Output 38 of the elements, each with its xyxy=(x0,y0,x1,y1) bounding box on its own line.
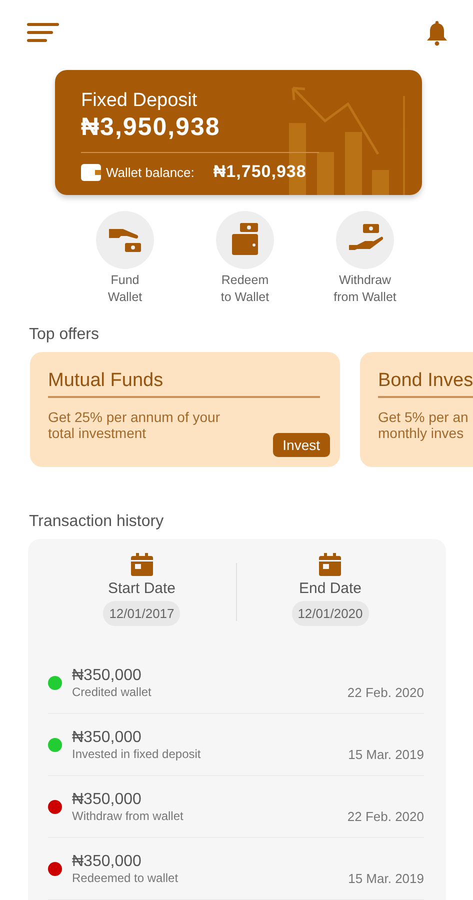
section-title: Transaction history xyxy=(29,513,165,531)
action-button[interactable]: Withdraw from Wallet xyxy=(325,211,405,306)
chart-bar xyxy=(317,152,334,195)
transaction-description: Credited wallet xyxy=(72,684,152,698)
offer-description: Get 5% per an monthly inves xyxy=(378,408,470,440)
chart-bar xyxy=(345,132,362,195)
offer-title: Mutual Funds xyxy=(48,370,164,392)
transaction-amount: ₦350,000 xyxy=(72,852,142,870)
action-button[interactable]: Redeem to Wallet xyxy=(205,211,285,306)
action-button[interactable]: Fund Wallet xyxy=(85,211,165,306)
deposit-amount: ₦3,950,938 xyxy=(81,113,222,142)
transaction-description: Withdraw from wallet xyxy=(72,808,184,822)
transaction-description: Invested in fixed deposit xyxy=(72,746,202,760)
transaction-description: Redeemed to wallet xyxy=(72,870,180,884)
bell-icon[interactable] xyxy=(426,20,448,46)
date-field[interactable]: 12/01/2017 xyxy=(103,601,180,626)
offer-title: Bond Inves xyxy=(378,370,473,392)
menu-icon[interactable] xyxy=(27,23,59,43)
section-title: Top offers xyxy=(29,326,100,344)
transaction-amount: ₦350,000 xyxy=(72,666,142,684)
card-title: Fixed Deposit xyxy=(81,90,198,112)
transaction-date: 22 Feb. 2020 xyxy=(347,685,424,700)
transaction-date: 15 Mar. 2019 xyxy=(348,871,424,886)
transaction-amount: ₦350,000 xyxy=(72,790,142,808)
chart-bar xyxy=(372,170,389,195)
date-label: Start Date xyxy=(108,580,176,597)
invest-button[interactable]: Invest xyxy=(272,433,330,457)
wallet-amount: ₦1,750,938 xyxy=(213,162,306,182)
transaction-date: 22 Feb. 2020 xyxy=(347,809,424,824)
calendar-icon xyxy=(319,553,342,576)
transaction-amount: ₦350,000 xyxy=(72,728,142,746)
wallet-icon xyxy=(81,164,101,180)
wallet-label: Wallet balance: xyxy=(106,164,194,180)
offer-description: Get 25% per annum of your total investment xyxy=(48,408,221,440)
calendar-icon xyxy=(130,553,153,576)
date-label: End Date xyxy=(298,580,362,597)
transaction-date: 15 Mar. 2019 xyxy=(348,747,424,762)
date-field[interactable]: 12/01/2020 xyxy=(292,601,369,626)
